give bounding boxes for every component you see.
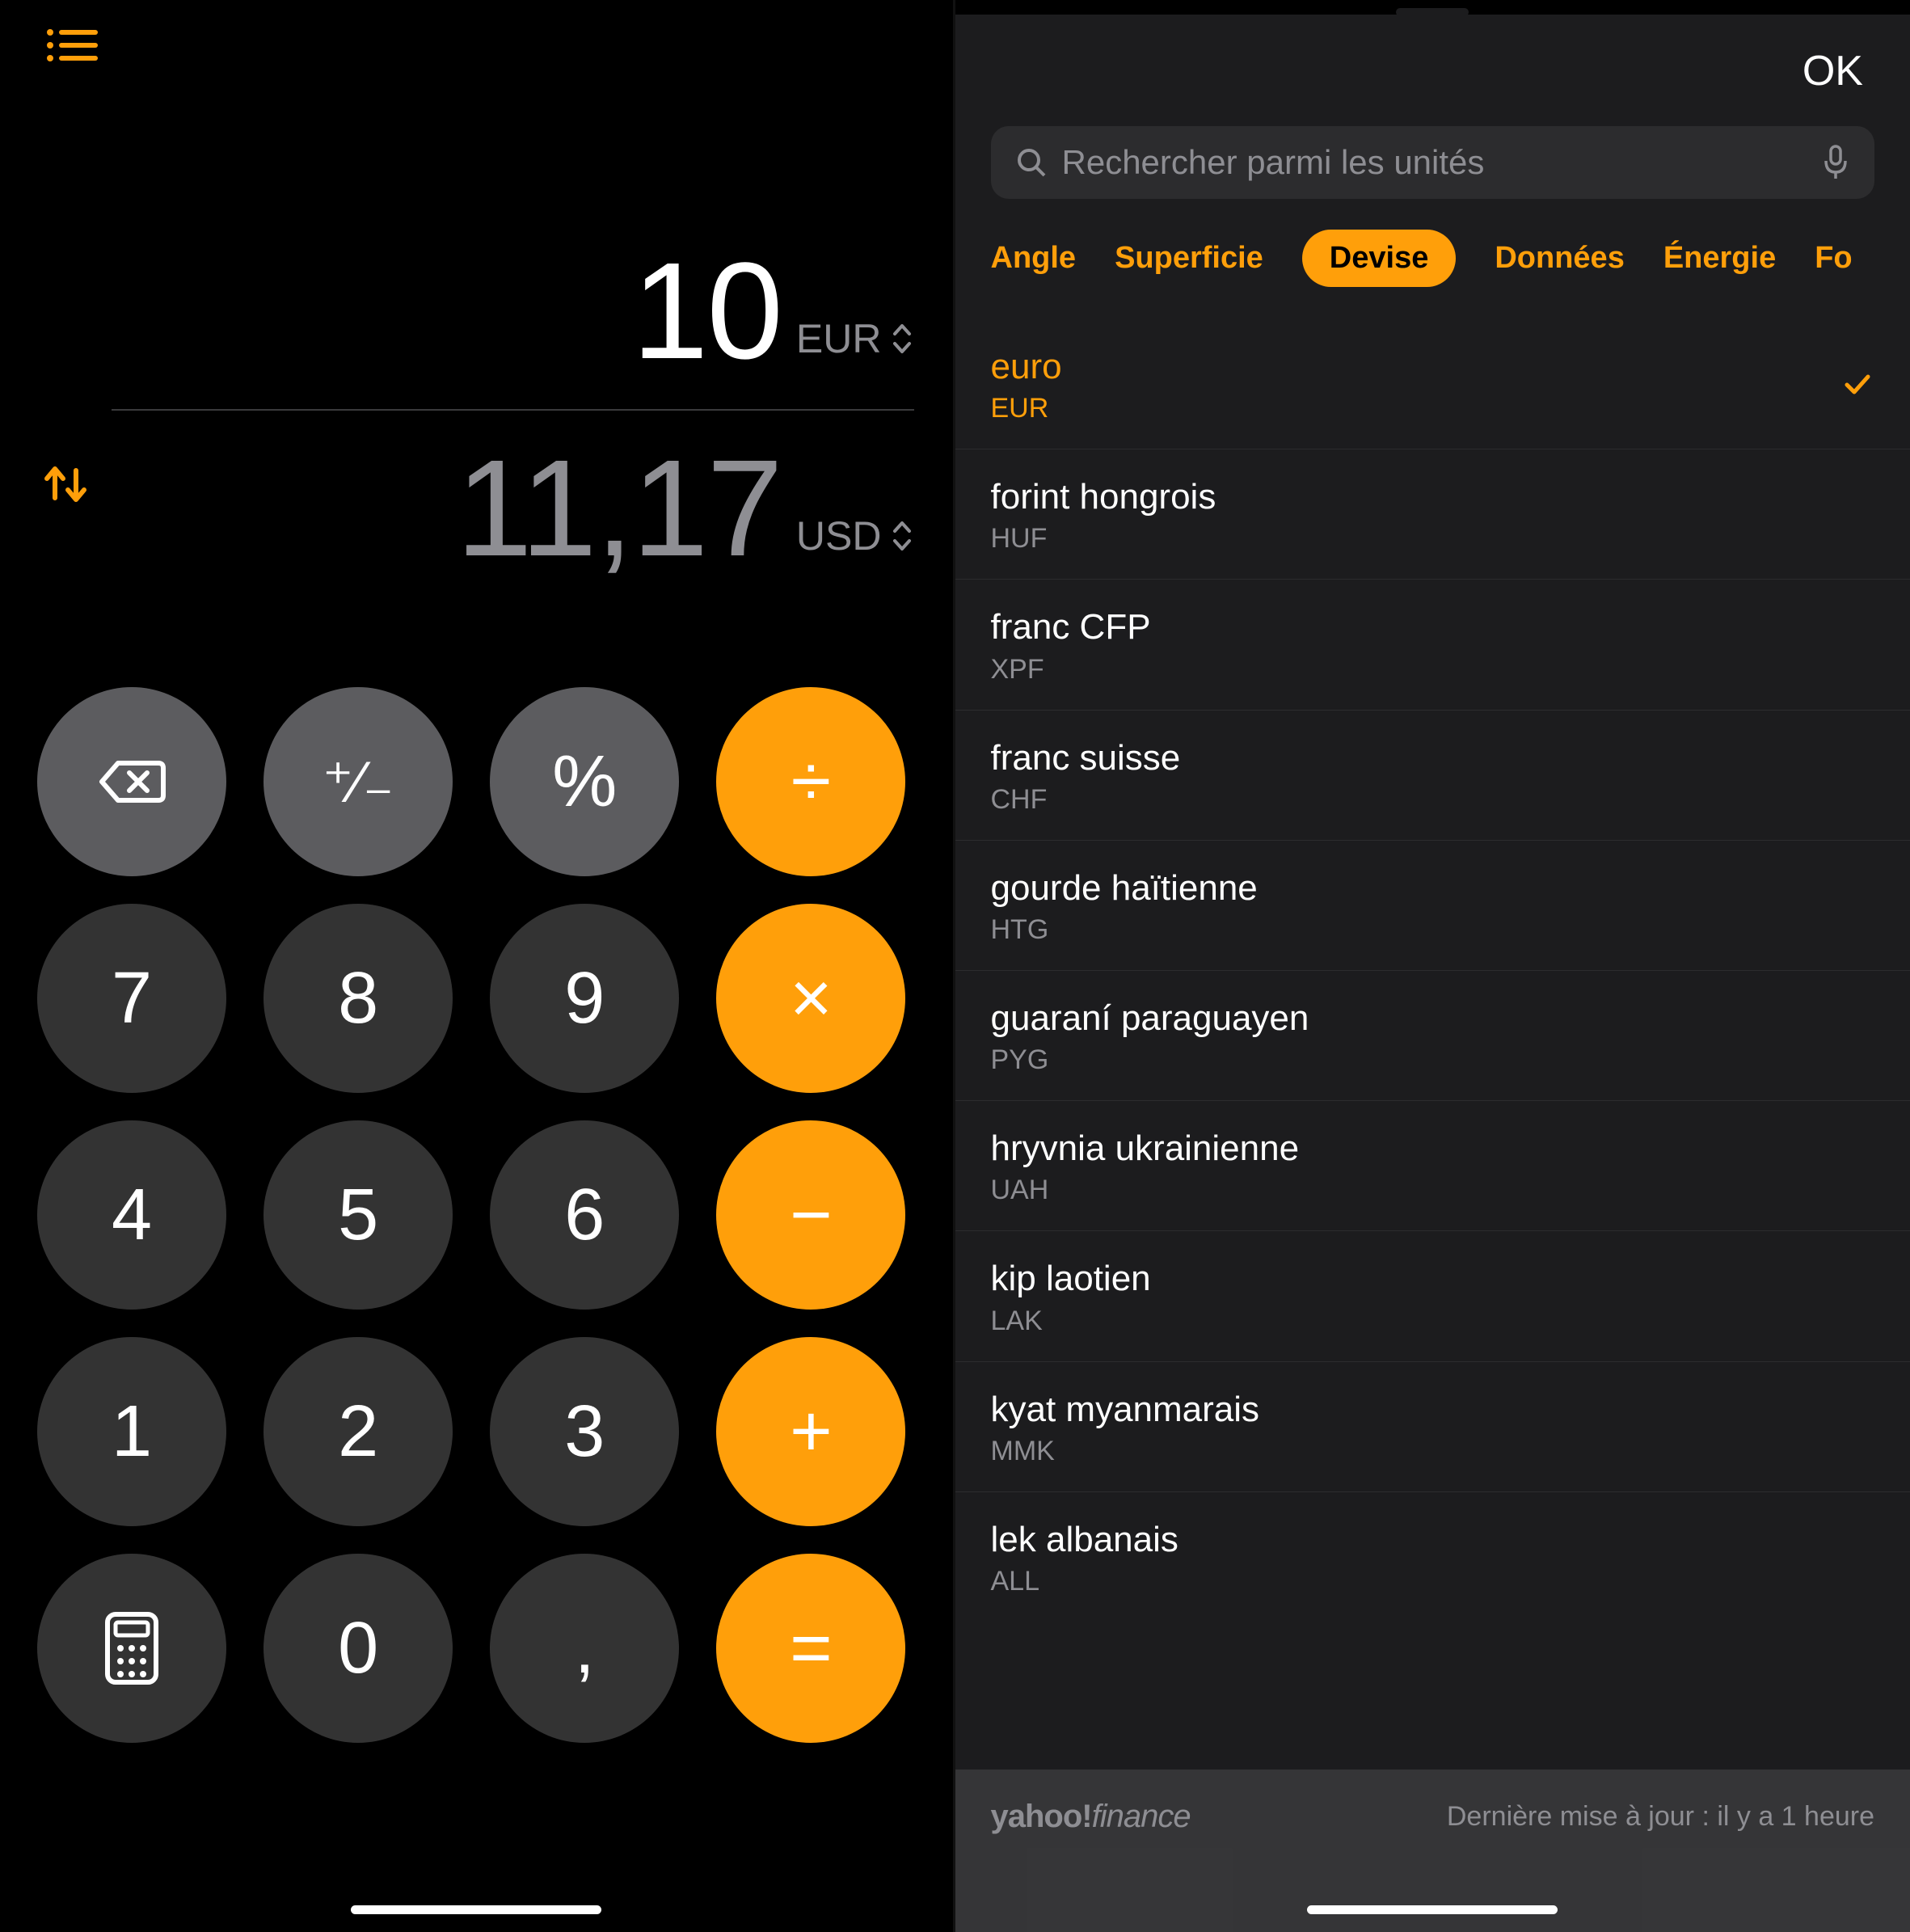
plus-button[interactable]: +: [716, 1337, 905, 1526]
input-value: 10: [632, 243, 782, 380]
key-1[interactable]: 1: [37, 1337, 226, 1526]
decimal-button[interactable]: ,: [490, 1554, 679, 1743]
search-icon: [1015, 146, 1048, 179]
unit-row-lak[interactable]: kip laotien LAK: [955, 1231, 1910, 1361]
category-tabs: Angle Superficie Devise Données Énergie Fo: [955, 226, 1910, 319]
input-unit-label: EUR: [796, 315, 882, 362]
input-display-row: 10 EUR: [39, 243, 914, 380]
unit-row-pyg[interactable]: guaraní paraguayenPYG: [955, 971, 1910, 1101]
yahoo-finance-logo: yahoo!finance: [991, 1799, 1191, 1835]
unit-row-uah[interactable]: hryvnia ukrainienne UAH: [955, 1101, 1910, 1231]
unit-name: euro: [991, 344, 1062, 390]
unit-list[interactable]: euroEURforint hongroisHUFfranc CFPXPFfra…: [955, 319, 1910, 1932]
unit-name: gourde haïtienne: [991, 865, 1258, 911]
search-bar[interactable]: [991, 126, 1875, 199]
percent-button[interactable]: %: [490, 687, 679, 876]
key-3[interactable]: 3: [490, 1337, 679, 1526]
unit-name: forint hongrois: [991, 474, 1216, 520]
unit-name: guaraní paraguayen: [991, 995, 1309, 1041]
unit-row-mmk[interactable]: kyat myanmarais MMK: [955, 1362, 1910, 1492]
tab-angle[interactable]: Angle: [991, 230, 1077, 287]
sheet-grabber[interactable]: [955, 0, 1910, 15]
unit-row-all[interactable]: lek albanaisALL: [955, 1492, 1910, 1622]
check-icon: [1840, 367, 1874, 401]
unit-row-xpf[interactable]: franc CFP XPF: [955, 580, 1910, 710]
backspace-icon: [95, 745, 168, 818]
unit-name: franc suisse: [991, 735, 1181, 781]
equals-button[interactable]: =: [716, 1554, 905, 1743]
unit-name: kip laotien: [991, 1255, 1151, 1301]
calculator-mode-button[interactable]: [37, 1554, 226, 1743]
unit-row-eur[interactable]: euroEUR: [955, 319, 1910, 449]
keypad: ⁺∕₋ % ÷ 7 8 9 × 4 5 6 − 1 2 3 +: [37, 687, 916, 1743]
unit-row-htg[interactable]: gourde haïtienneHTG: [955, 841, 1910, 971]
unit-code: MMK: [991, 1436, 1260, 1467]
key-6[interactable]: 6: [490, 1120, 679, 1310]
unit-picker-pane: OK Angle Superficie Devise Données Énergie Fo…: [955, 0, 1910, 1932]
key-2[interactable]: 2: [264, 1337, 453, 1526]
unit-name: kyat myanmarais: [991, 1386, 1260, 1432]
last-update-text: Dernière mise à jour : il y a 1 heure: [1447, 1801, 1874, 1833]
calculator-pane: 10 EUR 11,17 USD: [0, 0, 955, 1932]
key-4[interactable]: 4: [37, 1120, 226, 1310]
tab-superficie[interactable]: Superficie: [1115, 230, 1263, 287]
unit-row-huf[interactable]: forint hongroisHUF: [955, 449, 1910, 580]
unit-code: EUR: [991, 393, 1062, 424]
key-7[interactable]: 7: [37, 904, 226, 1093]
divide-button[interactable]: ÷: [716, 687, 905, 876]
plusminus-button[interactable]: ⁺∕₋: [264, 687, 453, 876]
output-value: 11,17: [456, 440, 782, 577]
tab-énergie[interactable]: Énergie: [1663, 230, 1776, 287]
unit-code: UAH: [991, 1175, 1300, 1206]
home-indicator[interactable]: [1307, 1905, 1558, 1914]
chevron-updown-icon: [890, 518, 914, 554]
search-input[interactable]: [1062, 143, 1807, 182]
unit-name: hryvnia ukrainienne: [991, 1125, 1300, 1171]
multiply-button[interactable]: ×: [716, 904, 905, 1093]
unit-name: franc CFP: [991, 604, 1151, 650]
display-divider: [112, 409, 914, 411]
unit-code: XPF: [991, 654, 1151, 685]
input-unit-selector[interactable]: EUR: [796, 315, 914, 380]
calculator-icon: [103, 1609, 161, 1687]
key-5[interactable]: 5: [264, 1120, 453, 1310]
minus-button[interactable]: −: [716, 1120, 905, 1310]
unit-name: lek albanais: [991, 1516, 1178, 1563]
output-unit-selector[interactable]: USD: [796, 513, 914, 577]
tab-devise[interactable]: Devise: [1302, 230, 1457, 287]
unit-code: ALL: [991, 1566, 1178, 1597]
mic-icon[interactable]: [1821, 143, 1850, 182]
key-8[interactable]: 8: [264, 904, 453, 1093]
unit-code: CHF: [991, 784, 1181, 816]
tab-données[interactable]: Données: [1495, 230, 1624, 287]
tab-fo[interactable]: Fo: [1815, 230, 1852, 287]
unit-row-chf[interactable]: franc suisseCHF: [955, 711, 1910, 841]
unit-code: HTG: [991, 914, 1258, 946]
unit-code: LAK: [991, 1306, 1151, 1337]
chevron-updown-icon: [890, 321, 914, 356]
output-unit-label: USD: [796, 513, 882, 559]
ok-button[interactable]: OK: [1802, 47, 1863, 95]
history-list-icon[interactable]: [45, 26, 99, 65]
home-indicator[interactable]: [351, 1905, 601, 1914]
backspace-button[interactable]: [37, 687, 226, 876]
output-display-row: 11,17 USD: [39, 440, 914, 577]
key-0[interactable]: 0: [264, 1554, 453, 1743]
unit-code: PYG: [991, 1044, 1309, 1076]
unit-code: HUF: [991, 523, 1216, 555]
key-9[interactable]: 9: [490, 904, 679, 1093]
